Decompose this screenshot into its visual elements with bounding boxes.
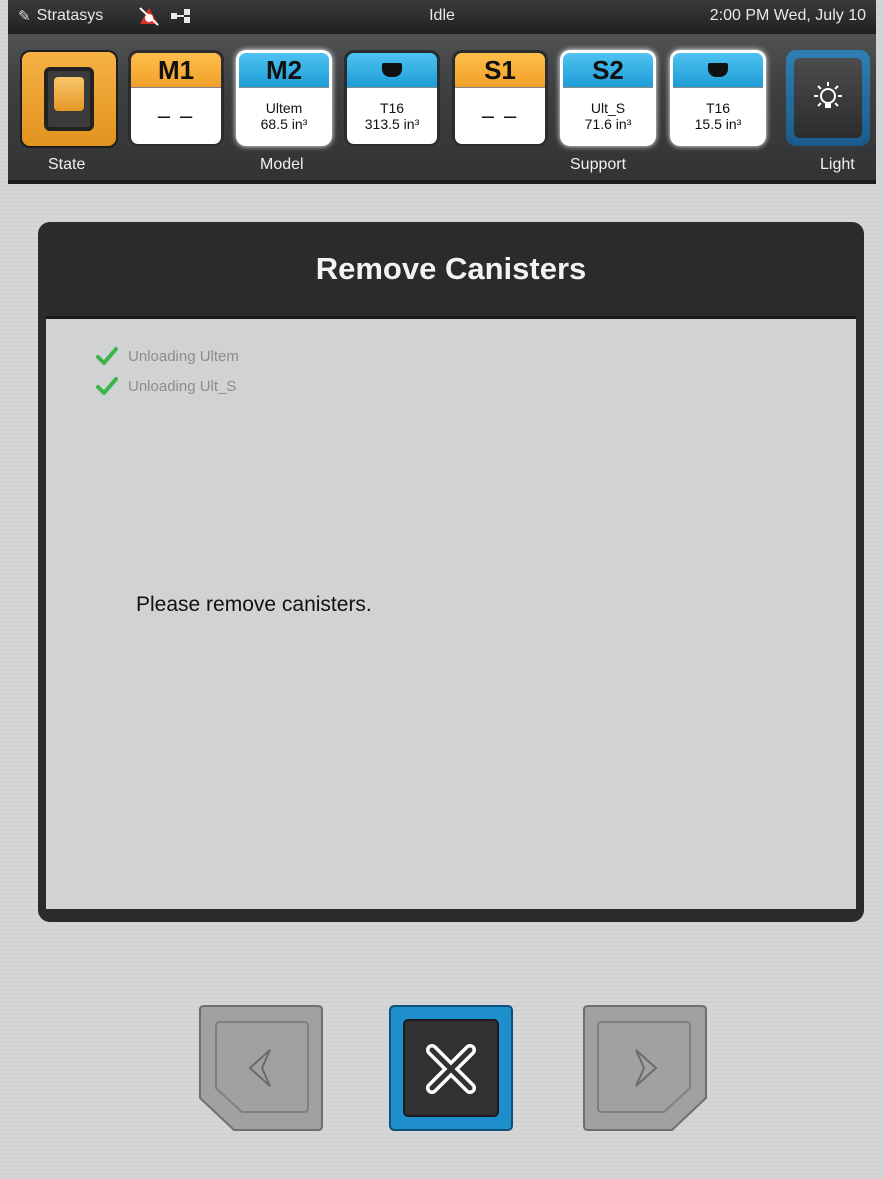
check-icon (96, 347, 118, 365)
tip-icon (708, 63, 728, 77)
clock: 2:00 PM Wed, July 10 (709, 7, 866, 24)
bay-s2[interactable]: S2 Ult_S 71.6 in³ (560, 50, 656, 146)
lightbulb-icon (814, 82, 842, 108)
bay-m2-volume: 68.5 in³ (260, 116, 308, 132)
cancel-button[interactable] (388, 1004, 514, 1132)
tip-support[interactable]: T16 15.5 in³ (670, 50, 766, 146)
tip-support-header (673, 53, 763, 87)
check-icon (96, 377, 118, 395)
bay-m2-info: Ultem 68.5 in³ (239, 87, 329, 144)
tip-support-name: T16 (705, 100, 731, 116)
step-item: Unloading Ultem (96, 341, 239, 371)
tip-model-name: T16 (379, 100, 405, 116)
bay-s1-material: – – (455, 87, 545, 144)
remove-canisters-dialog: Remove Canisters Unloading Ultem Unloadi… (38, 222, 864, 922)
bay-s1[interactable]: S1 – – (452, 50, 548, 146)
dialog-title: Remove Canisters (315, 251, 587, 286)
light-button-face (794, 58, 862, 138)
bay-m2-header: M2 (239, 53, 329, 87)
tip-icon (382, 63, 402, 77)
tip-model[interactable]: T16 313.5 in³ (344, 50, 440, 146)
bay-s2-volume: 71.6 in³ (584, 116, 632, 132)
bay-s2-header: S2 (563, 53, 653, 87)
step-label: Unloading Ultem (128, 347, 239, 365)
step-label: Unloading Ult_S (128, 377, 237, 395)
bay-s2-info: Ult_S 71.6 in³ (563, 87, 653, 144)
bay-m1[interactable]: M1 – – (128, 50, 224, 146)
bay-m1-header: M1 (131, 53, 221, 87)
light-label: Light (820, 156, 855, 173)
bay-s1-header: S1 (455, 53, 545, 87)
bay-m2[interactable]: M2 Ultem 68.5 in³ (236, 50, 332, 146)
bay-m1-material: – – (131, 87, 221, 144)
previous-button[interactable] (198, 1004, 324, 1132)
tip-support-volume: 15.5 in³ (694, 116, 742, 132)
bay-m2-material: Ultem (265, 100, 303, 116)
tip-support-info: T16 15.5 in³ (673, 87, 763, 144)
printer-state-icon (44, 67, 94, 131)
tip-model-info: T16 313.5 in³ (347, 87, 437, 144)
state-label: State (48, 156, 86, 173)
tip-model-header (347, 53, 437, 87)
step-list: Unloading Ultem Unloading Ult_S (96, 341, 239, 401)
step-item: Unloading Ult_S (96, 371, 239, 401)
state-button[interactable] (20, 50, 118, 148)
next-button[interactable] (582, 1004, 708, 1132)
tip-model-volume: 313.5 in³ (364, 116, 420, 132)
status-bar: ✎ Stratasys Idle 2:00 PM Wed, July 10 (8, 0, 876, 34)
light-button[interactable] (786, 50, 870, 146)
instruction-message: Please remove canisters. (136, 593, 372, 616)
support-label: Support (570, 156, 627, 173)
model-label: Model (260, 156, 304, 173)
toolbar: M1 – – M2 Ultem 68.5 in³ T16 313.5 in³ S… (8, 34, 876, 184)
bay-s2-material: Ult_S (590, 100, 626, 116)
dialog-content: Unloading Ultem Unloading Ult_S Please r… (46, 316, 856, 909)
